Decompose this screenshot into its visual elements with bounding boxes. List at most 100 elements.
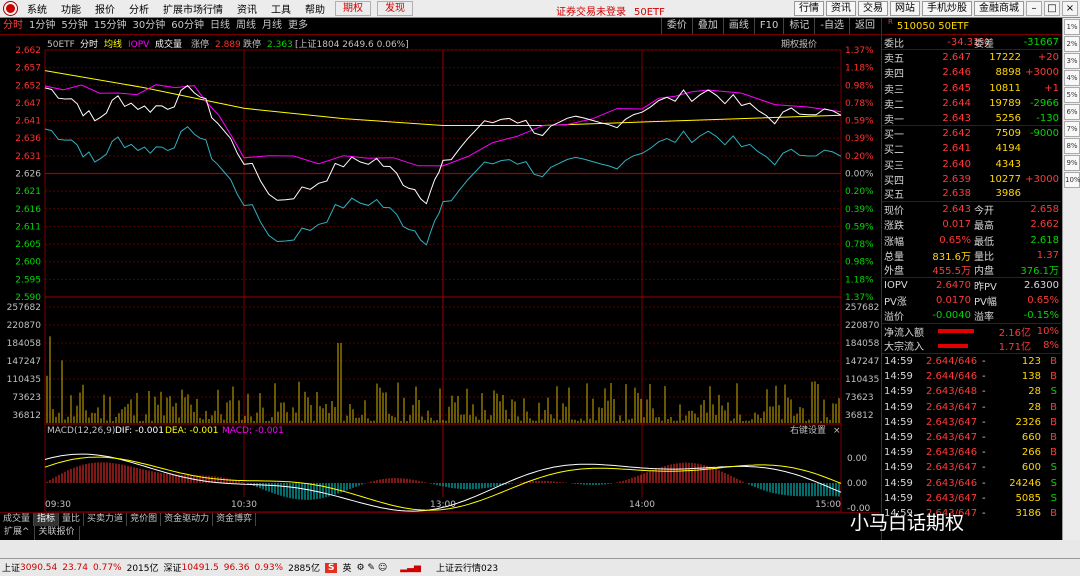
tab-week[interactable]: 周线 [233, 18, 259, 34]
bottom-tab[interactable]: 资金驱动力 [161, 513, 214, 526]
side-icon[interactable]: 6% [1064, 104, 1080, 120]
ask-vol: 19789 [989, 97, 1021, 109]
side-icon[interactable]: 5% [1064, 87, 1080, 103]
maximize-icon[interactable]: □ [1044, 1, 1060, 16]
bottom-tab-2[interactable]: 扩展^ [0, 526, 35, 540]
cloud-label: 上证云行情023 [435, 564, 499, 574]
sz-label: 深证 [163, 564, 182, 574]
tab-more[interactable]: 更多 [285, 18, 311, 34]
tick-time: 14:59 [884, 356, 913, 368]
side-icon[interactable]: 2% [1064, 36, 1080, 52]
tab-timeshare[interactable]: 分时 [0, 18, 26, 34]
bottom-tab-2[interactable]: 关联报价 [35, 526, 80, 540]
time-tick: 09:30 [45, 500, 71, 510]
tick-time: 14:59 [884, 416, 913, 428]
menu-ext-market[interactable]: 扩展市场行情 [156, 1, 230, 16]
tick-row: 14:59 2.643/647- 660 B [882, 430, 1061, 445]
menu-function[interactable]: 功能 [54, 1, 88, 16]
stock-name: 50ETF [938, 20, 970, 32]
signal-icon: ▂▃▅ [400, 562, 421, 573]
btn-trade[interactable]: 交易 [858, 1, 888, 16]
price-tick: 2.590 [15, 293, 41, 303]
btn-draw[interactable]: 画线 [722, 18, 754, 34]
tick-price: 2.643/648 [926, 386, 978, 398]
pct-tick: 0.59% [845, 117, 874, 127]
ask-label: 卖一 [884, 114, 904, 126]
bottom-tab[interactable]: 成交量 [0, 513, 35, 526]
btn-back[interactable]: 返回 [849, 18, 880, 34]
bid-row: 买三 2.640 4343 [882, 157, 1061, 172]
btn-web[interactable]: 网站 [890, 1, 920, 16]
side-icon[interactable]: 3% [1064, 53, 1080, 69]
vol-tick-r: 184058 [845, 339, 880, 349]
side-icon[interactable]: 8% [1064, 138, 1080, 154]
btn-watchlist[interactable]: -自选 [814, 18, 849, 34]
iopv-label-2: PV幅 [974, 297, 997, 309]
tick-price: 2.643/647 [926, 431, 978, 443]
menu-analysis[interactable]: 分析 [122, 1, 156, 16]
side-icon[interactable]: 4% [1064, 70, 1080, 86]
tab-30min[interactable]: 30分钟 [129, 18, 168, 34]
stat-label-2: 最低 [974, 236, 994, 248]
iopv-value: 0.0170 [936, 295, 971, 307]
pct-tick: 0.20% [845, 187, 874, 197]
right-side-strip: 1% 2% 3% 4% 5% 6% 7% 8% 9% 10% [1062, 18, 1080, 540]
tab-day[interactable]: 日线 [207, 18, 233, 34]
menu-options[interactable]: 期权 [335, 1, 371, 16]
legend-item: [上证1804 2649.6 0.06%] [295, 39, 409, 50]
bottom-tab[interactable]: 买卖力道 [84, 513, 128, 526]
ask-row: 卖一 2.643 5256 -130 [882, 111, 1061, 127]
stat-label: 现价 [884, 206, 904, 218]
btn-f10[interactable]: F10 [753, 18, 783, 34]
side-icon[interactable]: 10% [1064, 172, 1080, 188]
ask-vol: 5256 [995, 112, 1021, 124]
menu-help[interactable]: 帮助 [298, 1, 332, 16]
price-tick: 2.647 [15, 99, 41, 109]
tab-5min[interactable]: 5分钟 [58, 18, 90, 34]
btn-mark[interactable]: 标记 [783, 18, 814, 34]
timeshare-chart[interactable]: 50ETF 分时 均线 IOPV 成交量 涨停 2.889 跌停 2.363 [上证1804 26… [0, 35, 880, 514]
menu-info[interactable]: 资讯 [230, 1, 264, 16]
btn-mobile[interactable]: 手机炒股 [922, 1, 972, 16]
menu-quote[interactable]: 报价 [88, 1, 122, 16]
chart-area[interactable]: 50ETF 分时 均线 IOPV 成交量 涨停 2.889 跌停 2.363 [上证1804 26… [0, 35, 880, 514]
tab-month[interactable]: 月线 [259, 18, 285, 34]
menu-system[interactable]: 系统 [20, 1, 54, 16]
vol-tick: 36812 [12, 411, 41, 421]
minimize-icon[interactable]: – [1026, 1, 1042, 16]
bottom-tab[interactable]: 资金博弈 [213, 513, 257, 526]
ime-tools-icon[interactable]: ⚙ ✎ ☺ [357, 563, 388, 573]
side-icon[interactable]: 7% [1064, 121, 1080, 137]
side-icon[interactable]: 1% [1064, 19, 1080, 35]
tick-vol: 3186 [1015, 507, 1041, 519]
bottom-tab[interactable]: 竞价图 [127, 513, 162, 526]
ime-lang[interactable]: 英 [342, 561, 351, 574]
flow-value: 2.16亿 [998, 327, 1031, 339]
btn-news[interactable]: 资讯 [826, 1, 856, 16]
btn-overlay[interactable]: 叠加 [691, 18, 723, 34]
menu-tools[interactable]: 工具 [264, 1, 298, 16]
ask-row: 卖四 2.646 8898 +3000 [882, 65, 1061, 80]
stat-label: 外盘 [884, 266, 904, 278]
flow-bar [938, 343, 968, 348]
bottom-tab[interactable]: 指标 [34, 513, 60, 526]
tab-15min[interactable]: 15分钟 [91, 18, 130, 34]
ask-chg: -130 [1036, 112, 1059, 124]
menu-discover[interactable]: 发现 [377, 1, 413, 16]
vol-tick: 257682 [7, 303, 41, 313]
ime-icon[interactable]: S [325, 562, 338, 573]
bottom-tab[interactable]: 量比 [59, 513, 85, 526]
bid-label: 买二 [884, 145, 904, 157]
time-tick: 15:00 [815, 500, 841, 510]
btn-hq[interactable]: 行情 [794, 1, 824, 16]
close-icon[interactable]: × [1062, 1, 1078, 16]
tick-row: 14:59 2.643/647- 28 B [882, 400, 1061, 415]
tab-1min[interactable]: 1分钟 [26, 18, 58, 34]
btn-weijia[interactable]: 委价 [660, 18, 692, 34]
tick-row: 14:59 2.644/646- 123 B [882, 354, 1061, 369]
ask-price: 2.643 [942, 112, 971, 124]
btn-mall[interactable]: 金融商城 [974, 1, 1024, 16]
sz-amount: 2885亿 [288, 564, 320, 574]
tab-60min[interactable]: 60分钟 [168, 18, 207, 34]
side-icon[interactable]: 9% [1064, 155, 1080, 171]
